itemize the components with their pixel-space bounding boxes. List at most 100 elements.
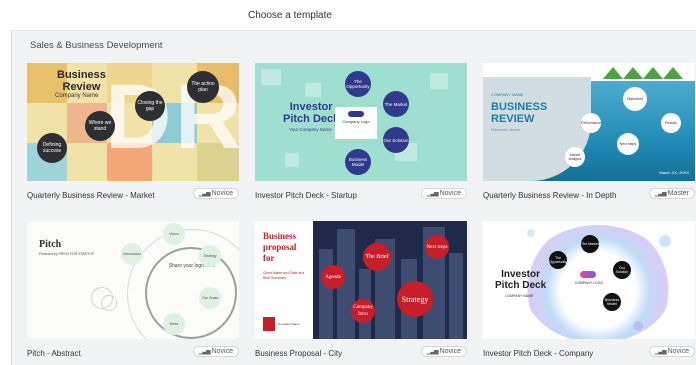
template-thumbnail[interactable]: Investor Pitch Deck Your Company Name Co… [255, 63, 467, 181]
level-bars-icon: ▁▃▅ [198, 191, 211, 197]
topic-circle: Objectives [623, 87, 647, 111]
thumb-title-line: Pitch Deck [495, 280, 547, 291]
level-bars-icon: ▁▃▅ [198, 349, 211, 355]
template-card-pitch-abstract[interactable]: Pitch Powered by PREZI FOR STARTUP Share… [27, 221, 239, 358]
decor-bubble [633, 321, 643, 331]
topic-node: Week [163, 313, 185, 335]
thumb-title-line: Business [263, 231, 297, 241]
topic-circle: Where we stand [85, 111, 115, 141]
thumb-subtitle: Presenter Name [491, 127, 521, 132]
topic-dot: Business Model [603, 293, 621, 311]
topic-circle: Next steps [617, 133, 639, 155]
topic-dot: Our Solution [613, 261, 631, 279]
building-shape [319, 249, 333, 339]
thumb-title-line: Business [57, 69, 106, 81]
template-title[interactable]: Investor Pitch Deck - Startup [255, 189, 405, 202]
level-label: Novice [439, 348, 461, 355]
topic-node: Strategy [199, 245, 221, 267]
logo-icon [580, 271, 596, 278]
thumb-title: Investor Pitch Deck [283, 101, 339, 125]
building-shape [449, 253, 463, 339]
topic-circle: Market analysis [565, 147, 585, 167]
topic-circle: Performance [581, 113, 601, 133]
topic-circle: Company Intro [351, 299, 375, 323]
template-title[interactable]: Investor Pitch Deck - Company [483, 347, 633, 360]
thumb-title: Investor Pitch Deck [495, 269, 546, 291]
logo-placeholder: Company Logo [335, 107, 377, 139]
level-label: Novice [211, 348, 233, 355]
thumb-title-line: for [263, 253, 275, 263]
decor-bubble [527, 229, 535, 237]
thumb-title: BUSINESS REVIEW [491, 101, 547, 125]
thumb-title-line: Investor [501, 269, 541, 280]
template-card-quarterly-review-in-depth[interactable]: COMPANY NAME BUSINESS REVIEW Presenter N… [483, 63, 695, 200]
logo-label: Company Logo [342, 119, 370, 124]
topic-node: Introduction [121, 243, 143, 265]
level-badge: ▁▃▅ Novice [420, 188, 467, 199]
level-badge: ▁▃▅ Novice [648, 346, 695, 357]
level-label: Novice [667, 348, 689, 355]
thumb-title: Business Review [57, 69, 106, 93]
decor-square [285, 153, 299, 167]
decor-square [430, 73, 448, 89]
thumb-subtitle: COMPANY NAME [505, 294, 534, 298]
topic-circle: Strategy [397, 281, 433, 317]
template-thumbnail[interactable]: Business proposal for Client Name and Da… [255, 221, 467, 339]
inner-ring [145, 247, 237, 339]
level-bars-icon: ▁▃▅ [426, 349, 439, 355]
thumb-title-line: REVIEW [491, 113, 535, 125]
topic-circle: Business Model [345, 149, 371, 175]
thumb-title: Pitch [39, 239, 62, 250]
topic-circle: Closing the gap [135, 91, 165, 121]
template-title[interactable]: Quarterly Business Review - In Depth [483, 189, 633, 202]
dialog-title: Choose a template [248, 10, 332, 21]
thumb-title-line: proposal [263, 242, 297, 252]
topic-node: Our Goals [199, 287, 221, 309]
template-thumbnail[interactable]: Investor Pitch Deck COMPANY NAME COMPANY… [483, 221, 695, 339]
thumb-subtitle: Powered by PREZI FOR STARTUP [39, 252, 95, 256]
template-title[interactable]: Pitch - Abstract [27, 347, 177, 360]
template-card-quarterly-review-market[interactable]: D R Business Review Company Name Closing… [27, 63, 239, 200]
template-title[interactable]: Business Proposal - City [255, 347, 405, 360]
topic-circle: The action plan [187, 71, 219, 103]
level-label: Novice [439, 190, 461, 197]
topic-circle: Our Solution [383, 127, 409, 153]
hill-shape [603, 67, 623, 79]
template-thumbnail[interactable]: D R Business Review Company Name Closing… [27, 63, 239, 181]
template-thumbnail[interactable]: COMPANY NAME BUSINESS REVIEW Presenter N… [483, 63, 695, 181]
level-badge: ▁▃▅ Novice [192, 346, 239, 357]
topic-node: Vision [163, 223, 185, 245]
template-title[interactable]: Quarterly Business Review - Market [27, 189, 177, 202]
level-label: Novice [211, 190, 233, 197]
level-label: Master [667, 190, 689, 197]
thumb-subtitle: Your Company Name [289, 127, 332, 132]
thumb-pretitle: COMPANY NAME [491, 92, 524, 97]
logo-icon [348, 111, 364, 117]
thumb-title-line: Review [62, 81, 101, 93]
hill-shape [663, 67, 683, 79]
topic-dot: The Market [581, 235, 599, 253]
level-badge: ▁▃▅ Master [648, 188, 695, 199]
topic-circle: The Brief [363, 243, 391, 271]
thumb-title-line: BUSINESS [491, 101, 548, 113]
template-card-investor-pitch-company[interactable]: Investor Pitch Deck COMPANY NAME COMPANY… [483, 221, 695, 358]
hill-shape [643, 67, 663, 79]
level-bars-icon: ▁▃▅ [426, 191, 439, 197]
decor-square [261, 69, 281, 85]
thumb-footer: Company Name [278, 322, 300, 326]
hill-shape [623, 67, 643, 79]
topic-circle: The Market [383, 91, 409, 117]
template-thumbnail[interactable]: Pitch Powered by PREZI FOR STARTUP Share… [27, 221, 239, 339]
decor-letter: D [105, 66, 172, 168]
template-card-investor-pitch-startup[interactable]: Investor Pitch Deck Your Company Name Co… [255, 63, 467, 200]
template-card-business-proposal-city[interactable]: Business proposal for Client Name and Da… [255, 221, 467, 358]
thumb-title: Business proposal for [263, 231, 296, 264]
topic-circle: The Opportunity [345, 71, 371, 97]
section-title: Sales & Business Development [30, 40, 163, 51]
decor-square [305, 83, 321, 97]
topic-circle: Agenda [321, 265, 345, 289]
level-badge: ▁▃▅ Novice [420, 346, 467, 357]
decor-bubble [659, 235, 671, 247]
level-badge: ▁▃▅ Novice [192, 188, 239, 199]
level-bars-icon: ▁▃▅ [654, 191, 667, 197]
